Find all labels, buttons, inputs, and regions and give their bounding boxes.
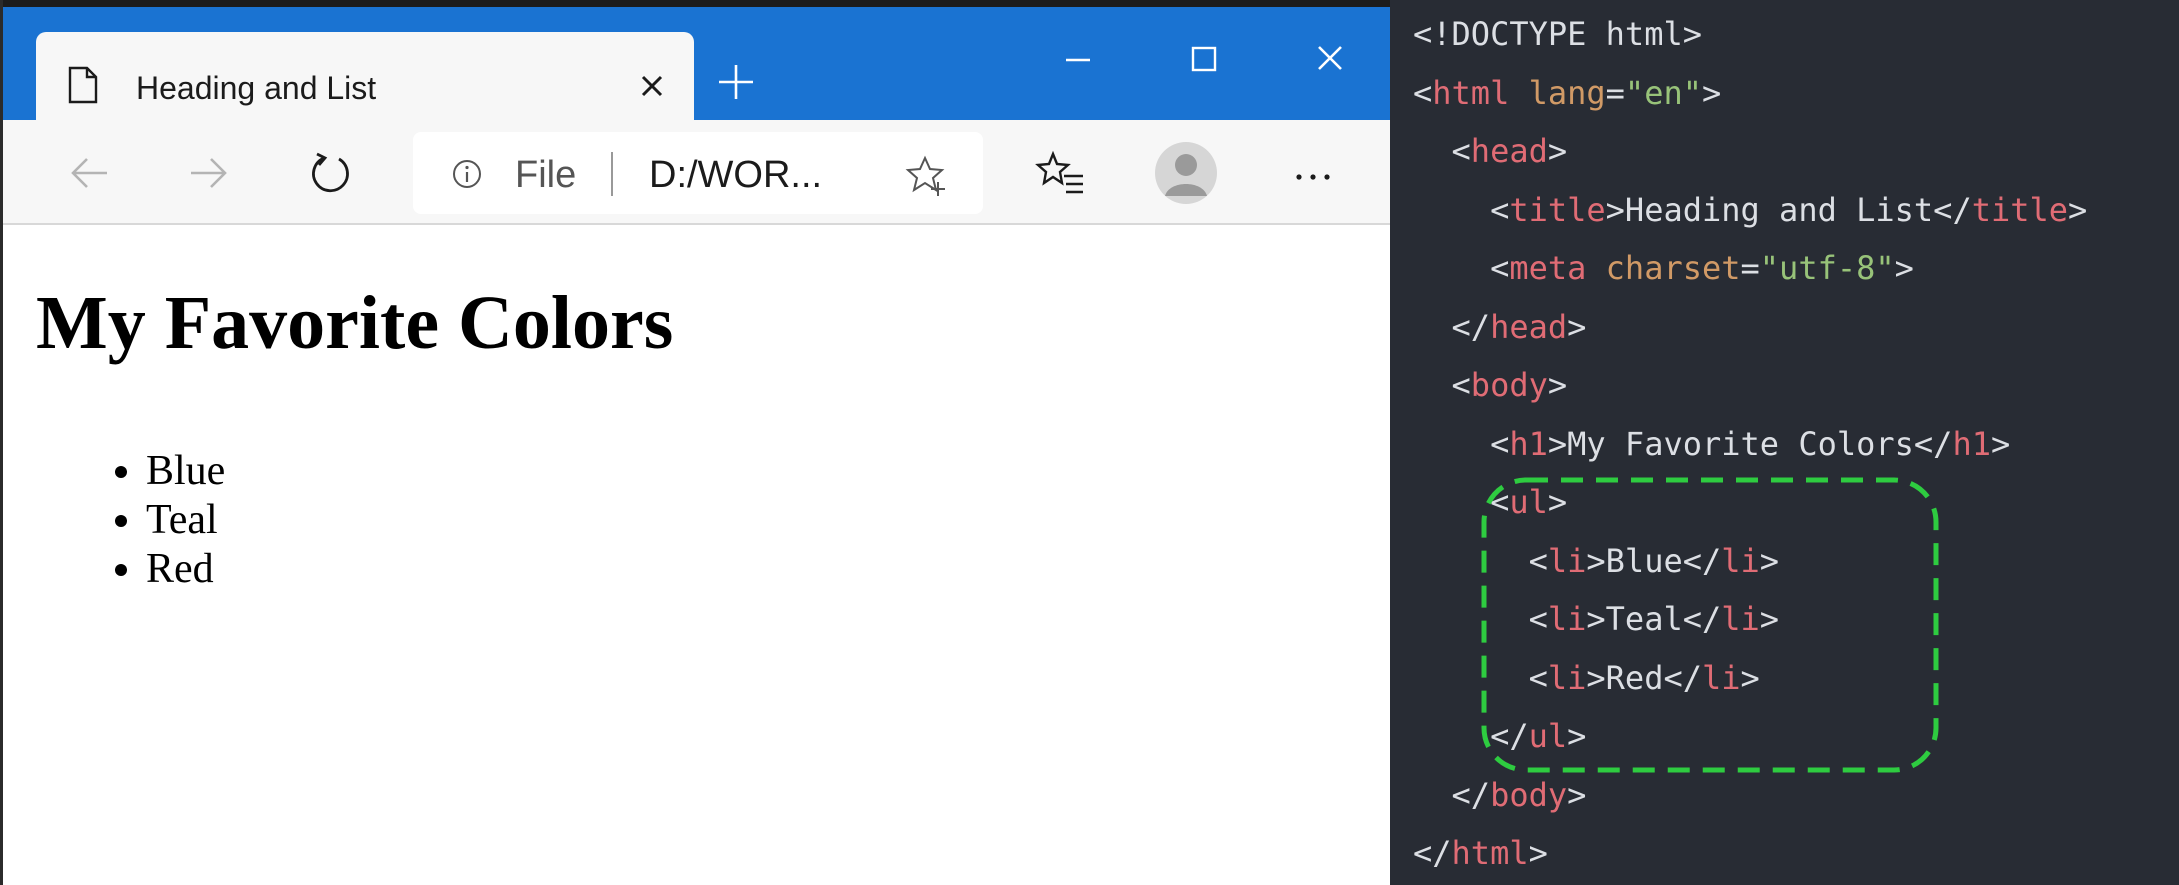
code-token: = — [1740, 249, 1760, 287]
add-favorite-star-icon[interactable] — [905, 154, 949, 198]
list-item: Blue — [146, 447, 225, 496]
page-content: My Favorite Colors BlueTealRed — [3, 225, 1390, 885]
code-token: "en" — [1624, 73, 1702, 112]
navigation-toolbar: File D:/WOR... — [3, 120, 1390, 225]
close-window-button[interactable] — [1300, 35, 1360, 85]
code-token: > — [1701, 73, 1722, 112]
code-token: < — [1413, 424, 1510, 463]
list-item: Red — [146, 545, 225, 594]
code-token: > — [1547, 424, 1568, 463]
code-line: <meta charset="utf-8"> — [1413, 248, 1914, 288]
code-token: > — [1567, 775, 1587, 814]
code-token: head — [1490, 307, 1568, 346]
address-divider — [611, 152, 613, 196]
code-token: > — [1528, 834, 1548, 872]
code-token: > — [1894, 249, 1914, 287]
address-bar[interactable]: File D:/WOR... — [413, 132, 983, 214]
code-token: < — [1413, 366, 1471, 404]
profile-avatar-icon[interactable] — [1153, 140, 1219, 206]
list-item: Teal — [146, 496, 225, 545]
code-line: </head> — [1413, 307, 1587, 347]
address-scheme: File — [515, 154, 577, 196]
code-token: html — [1432, 73, 1510, 112]
code-line: <html lang="en"> — [1413, 73, 1721, 113]
code-token: </ — [1413, 307, 1491, 346]
code-token: head — [1470, 132, 1548, 170]
code-token: "utf-8" — [1759, 249, 1895, 287]
code-token: = — [1605, 73, 1625, 112]
code-token: body — [1470, 366, 1548, 404]
code-token: body — [1490, 775, 1568, 814]
page-icon — [68, 66, 98, 104]
code-token: < — [1413, 73, 1433, 112]
code-token: < — [1413, 249, 1510, 287]
more-dots-icon[interactable] — [1283, 150, 1343, 200]
code-line: <body> — [1413, 365, 1568, 405]
page-heading: My Favorite Colors — [36, 281, 674, 365]
code-token: h1 — [1509, 424, 1548, 463]
code-token: meta — [1509, 249, 1587, 287]
close-tab-icon[interactable] — [632, 66, 672, 106]
code-token: title — [1971, 190, 2069, 229]
address-url[interactable]: D:/WOR... — [649, 154, 822, 197]
code-line: </body> — [1413, 775, 1587, 815]
code-token: </ — [1413, 834, 1452, 872]
forward-arrow-icon[interactable] — [183, 148, 233, 198]
code-token: < — [1413, 190, 1510, 229]
code-token: h1 — [1952, 424, 1991, 463]
code-token: </ — [1913, 424, 1953, 463]
code-token: Heading and List — [1624, 190, 1934, 229]
favorites-list-icon[interactable] — [1033, 146, 1089, 202]
code-token: </ — [1933, 190, 1972, 229]
browser-window: Heading and List File D:/WOR... My Favor… — [0, 0, 1390, 885]
code-token: > — [2068, 190, 2088, 229]
code-token: <!DOCTYPE html> — [1413, 15, 1702, 53]
info-icon[interactable] — [451, 158, 483, 190]
code-token: My Favorite Colors — [1567, 424, 1914, 463]
code-token: > — [1547, 366, 1568, 404]
code-line: </html> — [1413, 833, 1548, 873]
code-token: > — [1990, 424, 2011, 463]
code-token: html — [1451, 834, 1529, 872]
code-token: lang — [1528, 73, 1606, 112]
code-line: <title>Heading and List</title> — [1413, 190, 2087, 230]
code-token: charset — [1605, 249, 1741, 287]
code-token: > — [1605, 190, 1625, 229]
code-token: title — [1509, 190, 1606, 229]
color-list: BlueTealRed — [98, 447, 225, 594]
tab-heading-and-list[interactable]: Heading and List — [36, 32, 694, 128]
ul-highlight-box — [1481, 477, 1939, 773]
tab-title: Heading and List — [136, 70, 377, 106]
maximize-button[interactable] — [1173, 35, 1233, 85]
new-tab-button[interactable] — [711, 57, 761, 107]
back-arrow-icon[interactable] — [65, 148, 115, 198]
code-token: > — [1547, 132, 1568, 170]
title-bar: Heading and List — [3, 0, 1390, 128]
code-token: < — [1413, 132, 1471, 170]
code-line: <head> — [1413, 131, 1568, 171]
code-line: <h1>My Favorite Colors</h1> — [1413, 424, 2010, 464]
refresh-icon[interactable] — [305, 148, 355, 198]
minimize-button[interactable] — [1048, 35, 1108, 85]
code-token: </ — [1413, 775, 1491, 814]
code-token: > — [1567, 307, 1587, 346]
code-line: <!DOCTYPE html> — [1413, 14, 1702, 54]
